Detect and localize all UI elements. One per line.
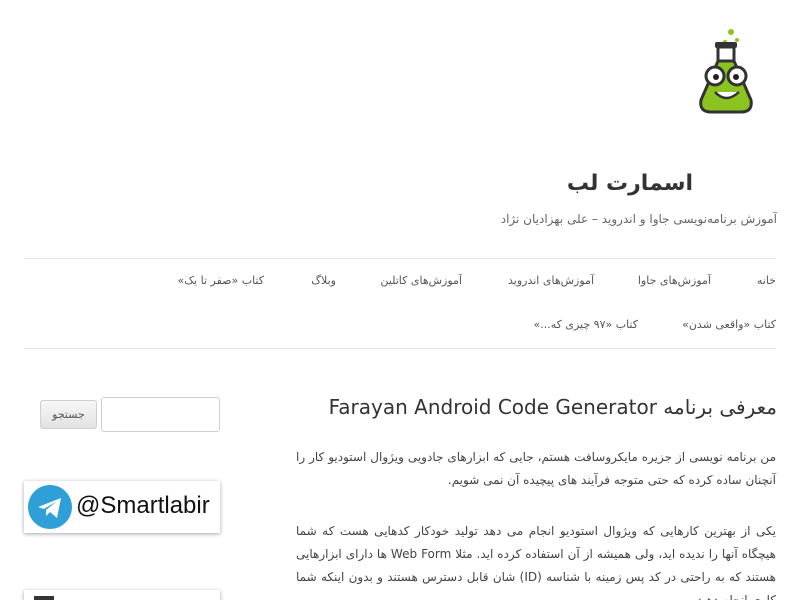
site-logo[interactable] [693,28,759,118]
site-title[interactable]: اسمارت لب [567,171,693,196]
nav-item-book-97-things[interactable]: کتاب «۹۷ چیزی که...» [534,318,638,331]
site-description: آموزش برنامه‌نویسی جاوا و اندروید – علی … [500,212,777,226]
nav-item-book-zero-to-one[interactable]: کتاب «صفر تا یک» [177,274,264,287]
nav-item-android-tutorials[interactable]: آموزش‌های اندروید [508,274,594,287]
telegram-icon [28,485,72,529]
search-input[interactable] [101,397,220,432]
nav-divider [24,348,776,349]
nav-item-java-tutorials[interactable]: آموزش‌های جاوا [638,274,711,287]
telegram-channel-banner[interactable]: @Smartlabir [24,481,220,533]
nav-item-book-getting-real[interactable]: کتاب «واقعی شدن» [682,318,776,331]
nav-item-kotlin-tutorials[interactable]: آموزش‌های کاتلین [380,274,462,287]
post-paragraph: من برنامه نویسی از جزیره مایکروسافت هستم… [296,450,776,487]
telegram-handle: @Smartlabir [76,492,210,519]
nav-item-home[interactable]: خانه [757,274,776,287]
flask-mascot-icon [699,29,753,114]
header-divider [24,258,776,259]
search-button[interactable]: جستجو [40,400,97,429]
post-title[interactable]: معرفی برنامه Farayan Android Code Genera… [329,395,777,419]
nav-item-blog[interactable]: وبلاگ [311,274,336,287]
sidebar-widget [24,590,220,600]
widget-icon [34,596,54,600]
post-paragraph: یکی از بهترین کارهایی که ویژوال استودیو … [296,524,777,600]
